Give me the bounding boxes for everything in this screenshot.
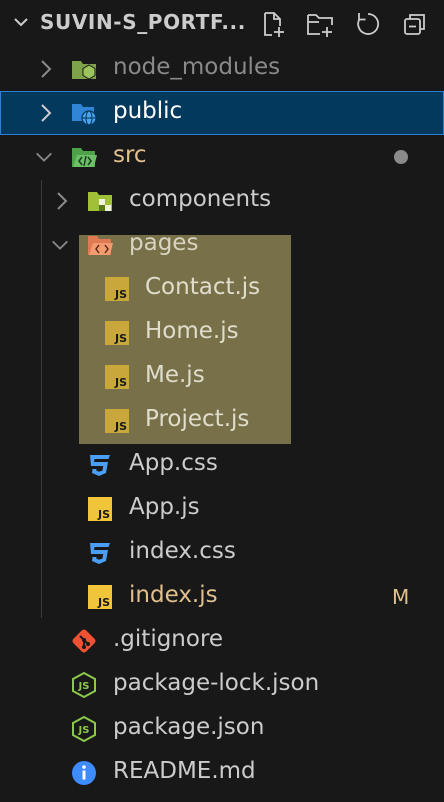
tree-item-contact-js[interactable]: JS Contact.js — [0, 267, 444, 311]
project-title[interactable]: SUVIN-S_PORTF... — [40, 10, 246, 34]
tree-item-app-css[interactable]: App.css — [0, 443, 444, 487]
tree-item-label: package.json — [113, 714, 265, 740]
public-folder-icon — [72, 104, 97, 126]
tree-item-label: components — [129, 186, 272, 212]
tree-item-readme-md[interactable]: README.md — [0, 751, 444, 795]
tree-item-label: README.md — [113, 758, 256, 784]
js-file-icon: JS — [88, 497, 112, 521]
js-file-icon: JS — [105, 365, 129, 389]
js-file-icon: JS — [105, 321, 129, 345]
js-file-icon: JS — [105, 277, 129, 301]
tree-item-pages[interactable]: pages — [0, 223, 444, 267]
tree-item-label: App.css — [129, 450, 218, 476]
tree-item-label: pages — [129, 230, 199, 256]
collapse-all-icon — [404, 14, 425, 35]
chevron-right-icon — [57, 192, 68, 210]
tree-item-gitignore[interactable]: .gitignore — [0, 619, 444, 663]
new-folder-icon — [307, 14, 333, 37]
nodejs-icon: JS — [72, 715, 96, 743]
tree-item-label: Me.js — [145, 362, 205, 388]
tree-item-components[interactable]: components — [0, 179, 444, 223]
tree-item-label: .gitignore — [113, 626, 224, 652]
tree-item-home-js[interactable]: JS Home.js — [0, 311, 444, 355]
tree-item-index-css[interactable]: index.css — [0, 531, 444, 575]
tree-item-me-js[interactable]: JS Me.js — [0, 355, 444, 399]
components-folder-icon — [88, 192, 112, 211]
tree-item-project-js[interactable]: JS Project.js — [0, 399, 444, 443]
css-file-icon — [90, 455, 110, 476]
chevron-down-icon[interactable] — [12, 13, 30, 31]
git-icon — [72, 629, 96, 653]
refresh-icon — [357, 13, 380, 35]
tree-item-label: index.js — [129, 582, 218, 608]
info-icon — [72, 761, 96, 785]
tree-item-node-modules[interactable]: node_modules — [0, 47, 444, 91]
node-folder-icon — [72, 61, 96, 80]
chevron-down-icon — [36, 152, 52, 162]
new-file-button[interactable] — [258, 9, 288, 39]
tree-item-label: index.css — [129, 538, 236, 564]
tree-item-package-lock-json[interactable]: JS package-lock.json — [0, 663, 444, 707]
tree-item-package-json[interactable]: JS package.json — [0, 707, 444, 751]
chevron-down-icon — [52, 240, 68, 250]
refresh-button[interactable] — [353, 9, 383, 39]
tree-item-public[interactable]: public — [0, 91, 444, 135]
tree-item-label: src — [113, 142, 147, 168]
tree-item-label: Contact.js — [145, 274, 261, 300]
new-file-icon — [264, 12, 284, 37]
tree-item-label: Project.js — [145, 406, 250, 432]
pages-folder-open-icon — [88, 236, 113, 255]
chevron-right-icon — [41, 104, 52, 122]
src-folder-open-icon — [72, 148, 97, 167]
svg-text:JS: JS — [78, 725, 90, 736]
css-file-icon — [90, 543, 110, 564]
tree-item-app-js[interactable]: JS App.js — [0, 487, 444, 531]
tree-item-label: public — [113, 98, 183, 124]
explorer-header: SUVIN-S_PORTF... — [0, 0, 444, 48]
collapse-all-button[interactable] — [400, 9, 430, 39]
js-file-icon: JS — [88, 585, 112, 609]
modified-dot-icon — [394, 150, 408, 164]
git-modified-badge: M — [392, 585, 410, 609]
svg-text:JS: JS — [78, 681, 90, 692]
tree-item-label: Home.js — [145, 318, 239, 344]
tree-item-label: package-lock.json — [113, 670, 320, 696]
tree-item-src[interactable]: src — [0, 135, 444, 179]
tree-item-label: App.js — [129, 494, 200, 520]
chevron-right-icon — [41, 60, 52, 78]
nodejs-icon: JS — [72, 671, 96, 699]
tree-item-index-js[interactable]: JS index.js — [0, 575, 444, 619]
new-folder-button[interactable] — [305, 9, 335, 39]
tree-item-label: node_modules — [113, 54, 281, 80]
js-file-icon: JS — [105, 409, 129, 433]
